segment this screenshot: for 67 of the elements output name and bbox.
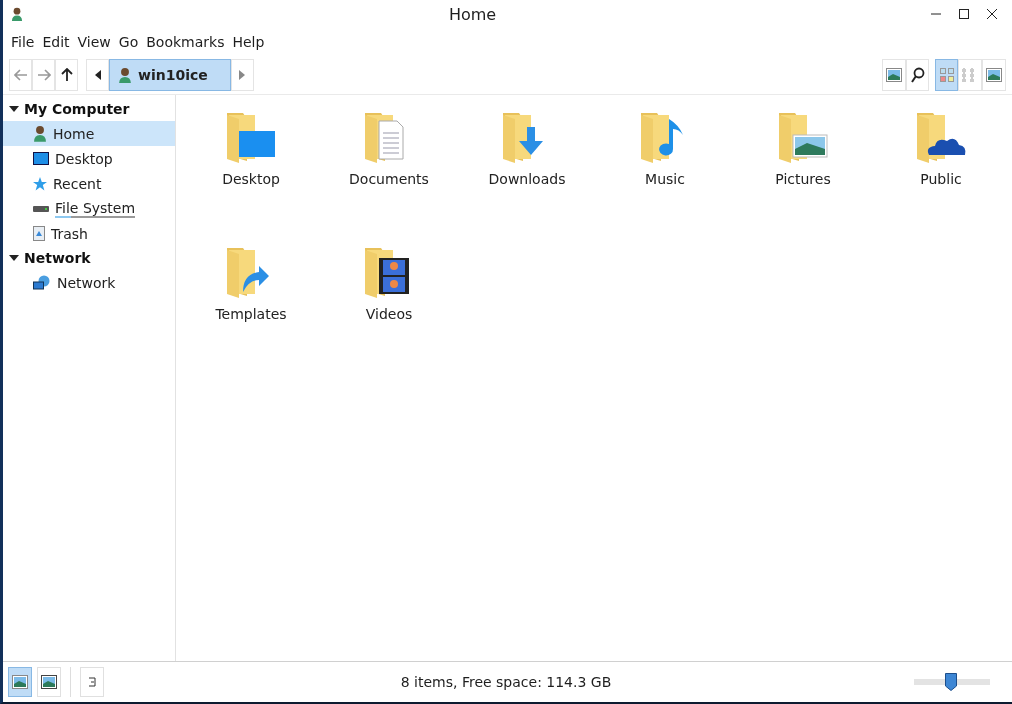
menu-item[interactable]: Go (114, 34, 143, 50)
folder-name: Pictures (775, 171, 831, 187)
image-icon (12, 675, 28, 689)
sidebar-item[interactable]: Recent (3, 171, 175, 196)
image-icon (41, 675, 57, 689)
star-icon (33, 176, 47, 191)
menu-item[interactable]: File (7, 34, 39, 50)
person-icon (118, 66, 132, 84)
arrow-right-icon (36, 69, 51, 81)
search-icon (910, 67, 925, 83)
arrow-left-icon (13, 69, 28, 81)
trash-icon (33, 226, 45, 241)
folder-item[interactable]: Documents (320, 109, 458, 197)
triangle-left-icon (93, 69, 102, 81)
preview-button[interactable] (882, 59, 906, 91)
menu-item[interactable]: Edit (38, 34, 74, 50)
network-icon (33, 274, 51, 291)
sidebar-section[interactable]: Network (3, 246, 91, 270)
folder-name: Templates (215, 306, 287, 322)
expander-icon (9, 254, 19, 262)
grid-icon (939, 68, 954, 82)
up-button[interactable] (55, 59, 78, 91)
folder-name: Downloads (488, 171, 566, 187)
breadcrumb-button[interactable]: win10ice (109, 59, 231, 91)
folder-item[interactable]: Downloads (458, 109, 596, 197)
folder-name: Documents (349, 171, 429, 187)
person-icon (33, 125, 47, 142)
person-icon (11, 6, 23, 22)
folder-item[interactable]: Desktop (182, 109, 320, 197)
arrow-up-icon (60, 68, 73, 82)
scroll-right-button[interactable] (230, 59, 254, 91)
pane-button[interactable] (8, 667, 32, 697)
folder-item[interactable]: Pictures (734, 109, 872, 197)
sidebar-label: File System (55, 199, 136, 216)
pane-button[interactable] (37, 667, 61, 697)
sidebar-item[interactable]: Trash (3, 221, 175, 246)
folder-name: Music (645, 171, 685, 187)
search-button[interactable] (906, 59, 929, 91)
maximize-icon (958, 8, 970, 20)
sidebar-item[interactable]: Home (3, 121, 175, 146)
close-icon (986, 8, 998, 20)
sidebar-item[interactable]: Desktop (3, 146, 175, 171)
scroll-left-button[interactable] (86, 59, 109, 91)
folder-name: Public (920, 171, 962, 187)
toggle-sidebar-button[interactable] (80, 667, 104, 697)
menu-item[interactable]: Bookmarks (142, 34, 229, 50)
expander-icon (9, 105, 19, 113)
folder-item[interactable]: Videos (320, 244, 458, 332)
image-icon (986, 68, 1002, 82)
menu-item[interactable]: Help (228, 34, 269, 50)
drive-icon (33, 204, 49, 213)
folder-item[interactable]: Public (872, 109, 1010, 197)
folder-item[interactable]: Music (596, 109, 734, 197)
folder-item[interactable]: Templates (182, 244, 320, 332)
sidebar-item[interactable]: Network (3, 270, 175, 295)
triangle-right-icon (238, 69, 247, 81)
menu-item[interactable]: View (73, 34, 115, 50)
sidebar-section[interactable]: My Computer (3, 97, 130, 121)
folder-name: Desktop (222, 171, 280, 187)
status-text: 8 items, Free space: 114.3 GB (399, 674, 613, 690)
window-title: Home (447, 4, 498, 24)
image-icon (886, 68, 902, 82)
folder-name: Videos (365, 306, 413, 322)
bracket-icon (88, 677, 96, 687)
slider-thumb[interactable] (945, 673, 958, 691)
monitor-icon (33, 152, 49, 165)
sidebar-item[interactable]: File System (3, 196, 175, 221)
